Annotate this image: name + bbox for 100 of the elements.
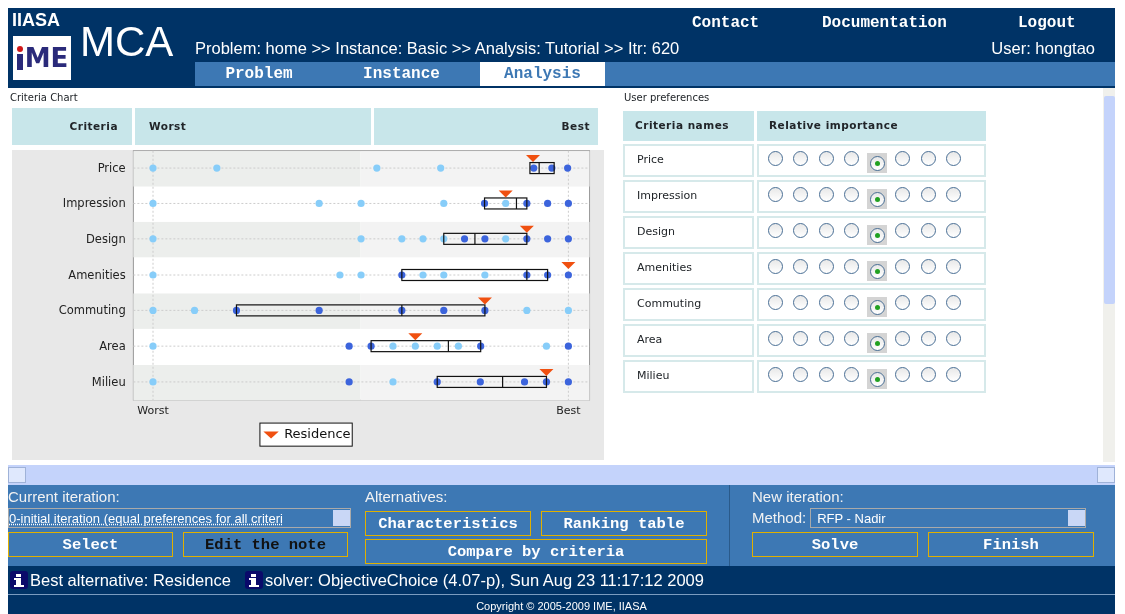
axis-label: Worst — [137, 404, 169, 418]
column-header: Worst — [135, 108, 371, 145]
data-point — [433, 378, 441, 386]
data-point — [564, 235, 572, 243]
radio-button[interactable] — [867, 297, 887, 317]
nav-link[interactable]: Documentation — [822, 11, 947, 35]
data-point — [564, 164, 572, 172]
data-point — [564, 306, 572, 314]
data-point — [480, 199, 489, 208]
criterion-name: Design — [623, 216, 754, 249]
data-point — [389, 378, 397, 386]
panel-title: Criteria Chart — [10, 92, 79, 104]
copyright-text: Copyright © 2005-2009 IME, IIASA — [8, 595, 1115, 614]
data-point — [476, 378, 484, 386]
nav-tab[interactable]: Analysis — [480, 62, 605, 86]
data-point — [481, 306, 489, 314]
nav-link[interactable]: Contact — [692, 11, 760, 35]
data-point — [502, 235, 510, 243]
action-button[interactable]: Edit the note — [183, 532, 348, 557]
data-point — [345, 342, 353, 350]
data-point — [149, 199, 157, 208]
data-point — [149, 235, 157, 243]
data-point — [149, 164, 157, 172]
action-button[interactable]: Finish — [928, 532, 1094, 557]
nav-tab[interactable]: Problem — [195, 62, 323, 86]
data-point — [502, 199, 510, 208]
logo-text: IIASA — [12, 10, 60, 30]
radio-button[interactable] — [867, 189, 887, 209]
data-point — [213, 164, 221, 172]
data-point — [433, 342, 441, 350]
radio-button[interactable] — [867, 225, 887, 245]
status-text: solver: ObjectiveChoice (4.07-p), Sun Aug 23 11:17:12 2009 — [264, 569, 704, 591]
residence-marker — [519, 225, 534, 233]
data-point — [542, 342, 551, 350]
section-label: Current iteration: — [8, 488, 121, 506]
radio-button[interactable] — [867, 369, 887, 389]
data-point — [477, 342, 485, 350]
data-point — [357, 271, 365, 279]
iteration-dropdown[interactable]: 0-initial iteration (equal preferences for all criteri — [8, 508, 351, 528]
criterion-label: Amenities — [68, 268, 126, 282]
data-point — [398, 271, 406, 279]
data-point — [398, 235, 406, 243]
data-point — [564, 199, 572, 208]
section-label: Alternatives: — [365, 488, 449, 506]
horizontal-scrollbar[interactable] — [8, 465, 1115, 485]
info-icon — [10, 571, 28, 589]
action-button[interactable]: Ranking table — [541, 511, 707, 536]
action-button[interactable]: Select — [8, 532, 173, 557]
data-point — [564, 378, 572, 386]
nav-tab[interactable]: Instance — [323, 62, 480, 86]
data-point — [544, 199, 552, 208]
data-point — [419, 271, 427, 279]
residence-marker — [561, 262, 576, 269]
data-point — [357, 235, 365, 243]
column-header: Relative importance — [757, 111, 986, 141]
data-point — [481, 235, 489, 243]
info-icon — [244, 571, 263, 589]
data-point — [440, 235, 448, 243]
radio-button[interactable] — [867, 261, 887, 281]
method-dropdown[interactable]: RFP - Nadir — [810, 508, 1087, 528]
axis-label: Best — [556, 404, 581, 418]
criterion-name: Price — [623, 144, 754, 177]
data-point — [419, 235, 427, 243]
user-label: User: hongtao — [991, 38, 1095, 59]
vertical-scrollbar[interactable] — [1103, 88, 1115, 462]
data-point — [315, 306, 323, 314]
data-point — [367, 342, 375, 350]
radio-button[interactable] — [867, 333, 887, 353]
action-button[interactable]: Compare by criteria — [365, 539, 707, 564]
status-text: Best alternative: Residence — [30, 569, 231, 591]
nav-link[interactable]: Logout — [1018, 11, 1076, 35]
range-box — [483, 197, 528, 210]
data-point — [440, 306, 448, 314]
data-point — [564, 342, 572, 350]
column-header: Criteria — [12, 108, 132, 145]
criterion-name: Impression — [623, 180, 754, 213]
criterion-label: Price — [97, 161, 126, 176]
data-point — [542, 378, 551, 386]
data-point — [530, 164, 538, 172]
data-point — [373, 164, 381, 172]
data-point — [232, 306, 241, 314]
data-point — [149, 271, 157, 279]
data-point — [149, 342, 157, 350]
column-header: Criteria names — [623, 111, 754, 141]
data-point — [523, 306, 531, 314]
data-point — [440, 271, 448, 279]
data-point — [460, 235, 469, 243]
action-button[interactable]: Characteristics — [365, 511, 531, 536]
criterion-name: Area — [623, 324, 754, 357]
data-point — [454, 342, 462, 350]
action-button[interactable]: Solve — [752, 532, 918, 557]
data-point — [437, 164, 445, 172]
data-point — [389, 342, 397, 350]
criterion-label: Area — [99, 339, 126, 354]
residence-marker — [498, 190, 513, 198]
criterion-label: Milieu — [91, 374, 126, 389]
letter-i-icon — [15, 46, 24, 70]
residence-marker — [408, 333, 423, 341]
radio-button[interactable] — [867, 153, 887, 173]
criterion-label: Impression — [62, 196, 126, 211]
